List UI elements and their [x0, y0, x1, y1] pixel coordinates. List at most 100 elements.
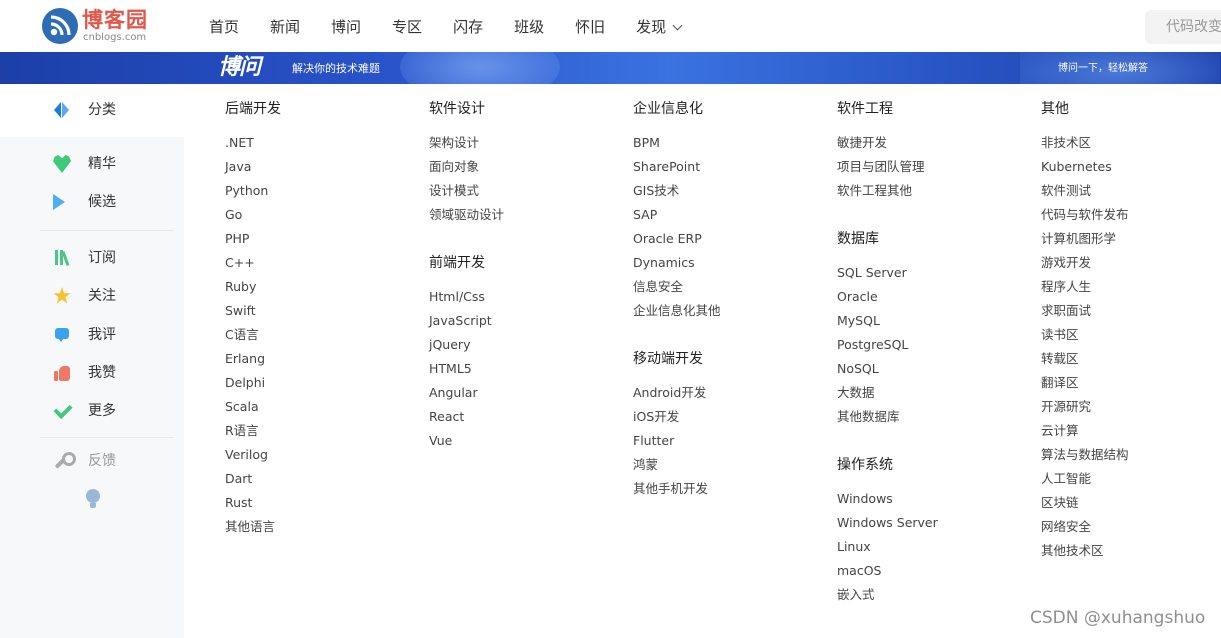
sidebar-item-label: 订阅 — [88, 250, 116, 266]
category-link[interactable]: jQuery — [429, 337, 619, 361]
sidebar-item-candidate[interactable]: 候选 — [53, 190, 116, 214]
q-banner[interactable]: 博问 解决你的技术难题 博问一下，轻松解答 — [0, 52, 1221, 84]
category-link[interactable]: Vue — [429, 433, 619, 457]
category-link[interactable]: 读书区 — [1041, 327, 1221, 351]
category-link[interactable]: SharePoint — [633, 159, 823, 183]
category-link[interactable]: 其他数据库 — [837, 409, 1027, 433]
category-link[interactable]: Delphi — [225, 375, 415, 399]
sidebar-item-feedback[interactable]: 反馈 — [53, 449, 116, 473]
sidebar-item-my-comments[interactable]: 我评 — [53, 323, 116, 347]
category-link[interactable]: SAP — [633, 207, 823, 231]
nav-home[interactable]: 首页 — [209, 16, 239, 38]
category-link[interactable]: GIS技术 — [633, 183, 823, 207]
sidebar-item-label: 反馈 — [88, 453, 116, 469]
nav-discover[interactable]: 发现 — [636, 16, 683, 38]
category-link[interactable]: Html/Css — [429, 289, 619, 313]
category-link[interactable]: Rust — [225, 495, 415, 519]
category-link[interactable]: 面向对象 — [429, 159, 619, 183]
sidebar-item-category[interactable]: 分类 — [53, 98, 116, 122]
category-link[interactable]: 代码与软件发布 — [1041, 207, 1221, 231]
nav-class[interactable]: 班级 — [514, 16, 544, 38]
category-list: SQL Server Oracle MySQL PostgreSQL NoSQL 大数据其… — [837, 265, 1027, 433]
category-link[interactable]: iOS开发 — [633, 409, 823, 433]
category-link[interactable]: 开源研究 — [1041, 399, 1221, 423]
category-link[interactable]: Verilog — [225, 447, 415, 471]
search-input[interactable]: 代码改变 — [1145, 10, 1221, 44]
category-link[interactable]: Erlang — [225, 351, 415, 375]
category-link[interactable]: Kubernetes — [1041, 159, 1221, 183]
sidebar-item-my-likes[interactable]: 我赞 — [53, 361, 116, 385]
category-link[interactable]: 区块链 — [1041, 495, 1221, 519]
category-link[interactable]: Android开发 — [633, 385, 823, 409]
category-link[interactable]: SQL Server — [837, 265, 1027, 289]
category-link[interactable]: 非技术区 — [1041, 135, 1221, 159]
category-link[interactable]: NoSQL — [837, 361, 1027, 385]
category-link[interactable]: 软件工程其他 — [837, 183, 1027, 207]
category-link[interactable]: MySQL — [837, 313, 1027, 337]
category-link[interactable]: R语言 — [225, 423, 415, 447]
sidebar-item-featured[interactable]: 精华 — [53, 152, 116, 176]
category-link[interactable]: 翻译区 — [1041, 375, 1221, 399]
category-link[interactable]: 嵌入式 — [837, 587, 1027, 611]
sidebar-item-more[interactable]: 更多 — [53, 399, 116, 423]
category-link[interactable]: 软件测试 — [1041, 183, 1221, 207]
category-link[interactable]: PHP — [225, 231, 415, 255]
category-link[interactable]: 信息安全 — [633, 279, 823, 303]
category-link[interactable]: Dynamics — [633, 255, 823, 279]
category-link[interactable]: JavaScript — [429, 313, 619, 337]
category-link[interactable]: Angular — [429, 385, 619, 409]
category-link[interactable]: Scala — [225, 399, 415, 423]
category-group-database: 数据库 SQL Server Oracle MySQL PostgreSQL NoSQL… — [837, 230, 1027, 433]
sidebar-item-follow[interactable]: 关注 — [53, 284, 116, 308]
nav-news[interactable]: 新闻 — [270, 16, 300, 38]
nav-flash[interactable]: 闪存 — [453, 16, 483, 38]
category-link[interactable]: macOS — [837, 563, 1027, 587]
category-link[interactable]: 计算机图形学 — [1041, 231, 1221, 255]
nav-zone[interactable]: 专区 — [392, 16, 422, 38]
category-link[interactable]: Oracle — [837, 289, 1027, 313]
category-link[interactable]: 算法与数据结构 — [1041, 447, 1221, 471]
category-link[interactable]: Oracle ERP — [633, 231, 823, 255]
category-link[interactable]: Python — [225, 183, 415, 207]
category-link[interactable]: 鸿蒙 — [633, 457, 823, 481]
category-link[interactable]: 大数据 — [837, 385, 1027, 409]
category-link[interactable]: 项目与团队管理 — [837, 159, 1027, 183]
category-link[interactable]: 其他手机开发 — [633, 481, 823, 505]
category-link[interactable]: Java — [225, 159, 415, 183]
site-logo[interactable]: 博客园 cnblogs.com — [42, 7, 172, 45]
category-link[interactable]: 网络安全 — [1041, 519, 1221, 543]
category-link[interactable]: .NET — [225, 135, 415, 159]
nav-nostalgia[interactable]: 怀旧 — [575, 16, 605, 38]
category-link[interactable]: Windows Server — [837, 515, 1027, 539]
category-link[interactable]: Linux — [837, 539, 1027, 563]
category-link[interactable]: 企业信息化其他 — [633, 303, 823, 327]
category-link[interactable]: HTML5 — [429, 361, 619, 385]
category-link[interactable]: Dart — [225, 471, 415, 495]
category-link[interactable]: 设计模式 — [429, 183, 619, 207]
category-list: Android开发 iOS开发 Flutter 鸿蒙 其他手机开发 — [633, 385, 823, 505]
category-link[interactable]: 游戏开发 — [1041, 255, 1221, 279]
category-link[interactable]: 其他技术区 — [1041, 543, 1221, 567]
category-link[interactable]: 云计算 — [1041, 423, 1221, 447]
category-link[interactable]: PostgreSQL — [837, 337, 1027, 361]
category-link[interactable]: 人工智能 — [1041, 471, 1221, 495]
category-link[interactable]: C语言 — [225, 327, 415, 351]
category-link[interactable]: 程序人生 — [1041, 279, 1221, 303]
category-link[interactable]: 其他语言 — [225, 519, 415, 543]
sidebar-item-subscribe[interactable]: 订阅 — [53, 246, 116, 270]
category-link[interactable]: 领域驱动设计 — [429, 207, 619, 231]
category-link[interactable]: Windows — [837, 491, 1027, 515]
category-link[interactable]: Swift — [225, 303, 415, 327]
category-link[interactable]: BPM — [633, 135, 823, 159]
category-link[interactable]: 求职面试 — [1041, 303, 1221, 327]
lightbulb-icon[interactable] — [86, 489, 100, 509]
category-link[interactable]: 敏捷开发 — [837, 135, 1027, 159]
category-link[interactable]: Ruby — [225, 279, 415, 303]
category-link[interactable]: 转载区 — [1041, 351, 1221, 375]
category-link[interactable]: C++ — [225, 255, 415, 279]
nav-q[interactable]: 博问 — [331, 16, 361, 38]
category-link[interactable]: 架构设计 — [429, 135, 619, 159]
category-link[interactable]: Go — [225, 207, 415, 231]
category-link[interactable]: React — [429, 409, 619, 433]
category-link[interactable]: Flutter — [633, 433, 823, 457]
